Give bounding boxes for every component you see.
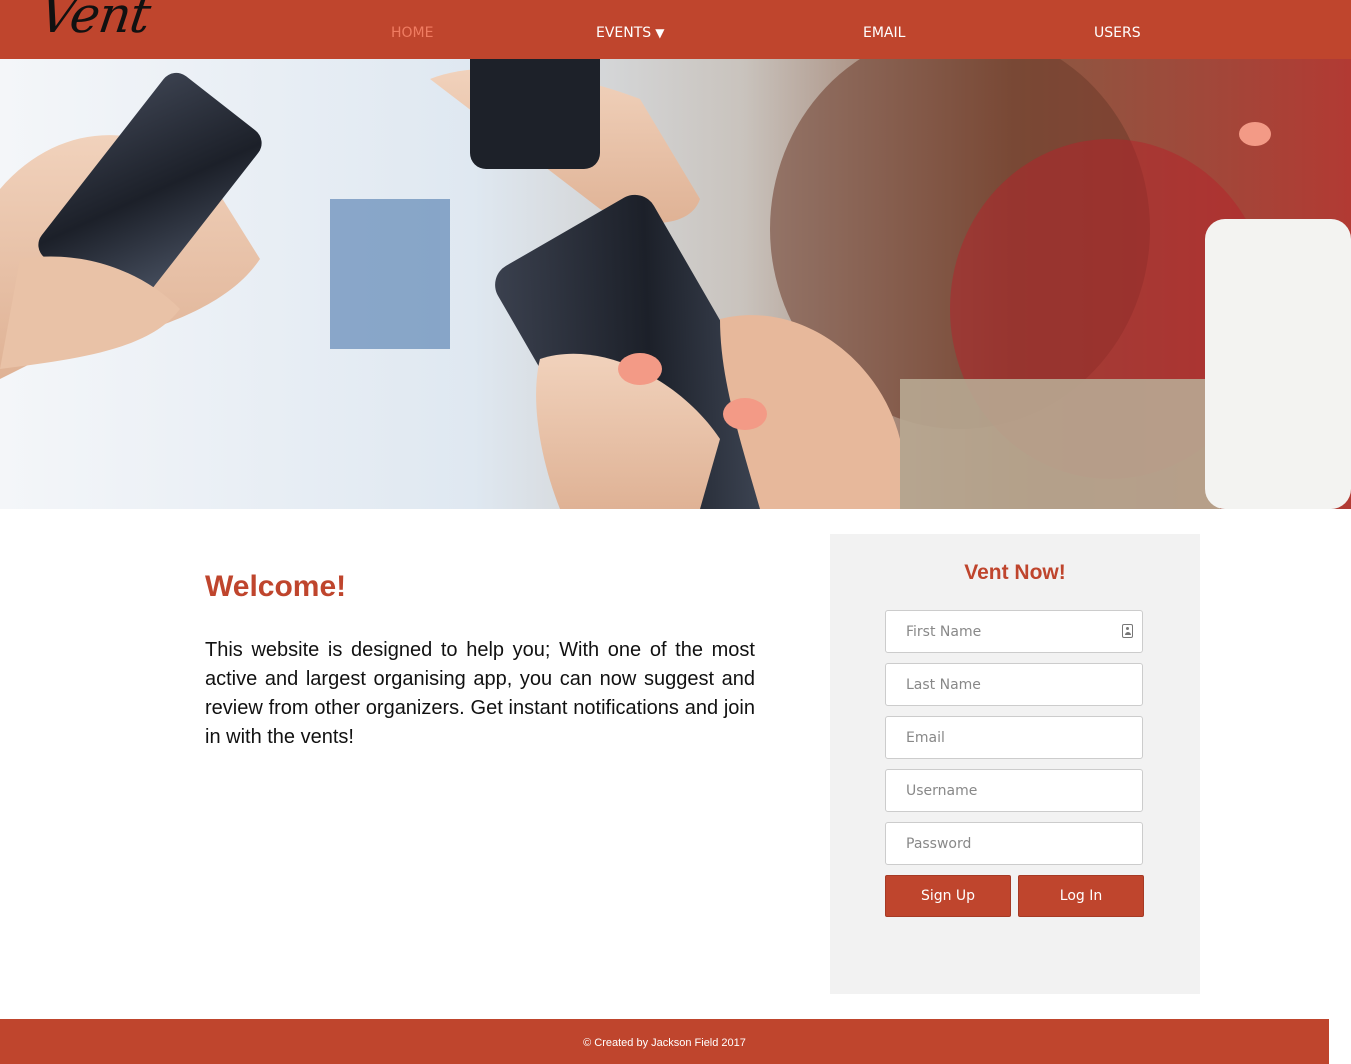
chevron-down-icon: ▼ — [655, 26, 665, 40]
first-name-field[interactable] — [885, 610, 1143, 653]
hero-photo-illustration — [0, 59, 1351, 509]
footer: © Created by Jackson Field 2017 — [0, 1019, 1329, 1064]
contact-card-icon — [1122, 624, 1133, 638]
nav-users[interactable]: USERS — [1094, 25, 1141, 41]
top-nav: Vent HOME EVENTS ▼ EMAIL USERS — [0, 0, 1351, 59]
signup-panel: Vent Now! Sign Up Log In — [830, 534, 1200, 994]
nav-email[interactable]: EMAIL — [863, 25, 905, 41]
email-field[interactable] — [885, 716, 1143, 759]
log-in-button[interactable]: Log In — [1018, 875, 1144, 917]
username-field[interactable] — [885, 769, 1143, 812]
nav-events-label: EVENTS — [596, 25, 652, 41]
sign-up-button[interactable]: Sign Up — [885, 875, 1011, 917]
logo[interactable]: Vent — [36, 0, 154, 44]
nav-home[interactable]: HOME — [391, 25, 433, 41]
last-name-field[interactable] — [885, 663, 1143, 706]
signup-title: Vent Now! — [964, 561, 1066, 584]
nav-events[interactable]: EVENTS ▼ — [596, 25, 664, 41]
password-field[interactable] — [885, 822, 1143, 865]
welcome-title: Welcome! — [205, 570, 347, 603]
welcome-description: This website is designed to help you; Wi… — [205, 639, 755, 748]
footer-copyright: © Created by Jackson Field 2017 — [583, 1037, 746, 1049]
hero-image — [0, 59, 1351, 509]
